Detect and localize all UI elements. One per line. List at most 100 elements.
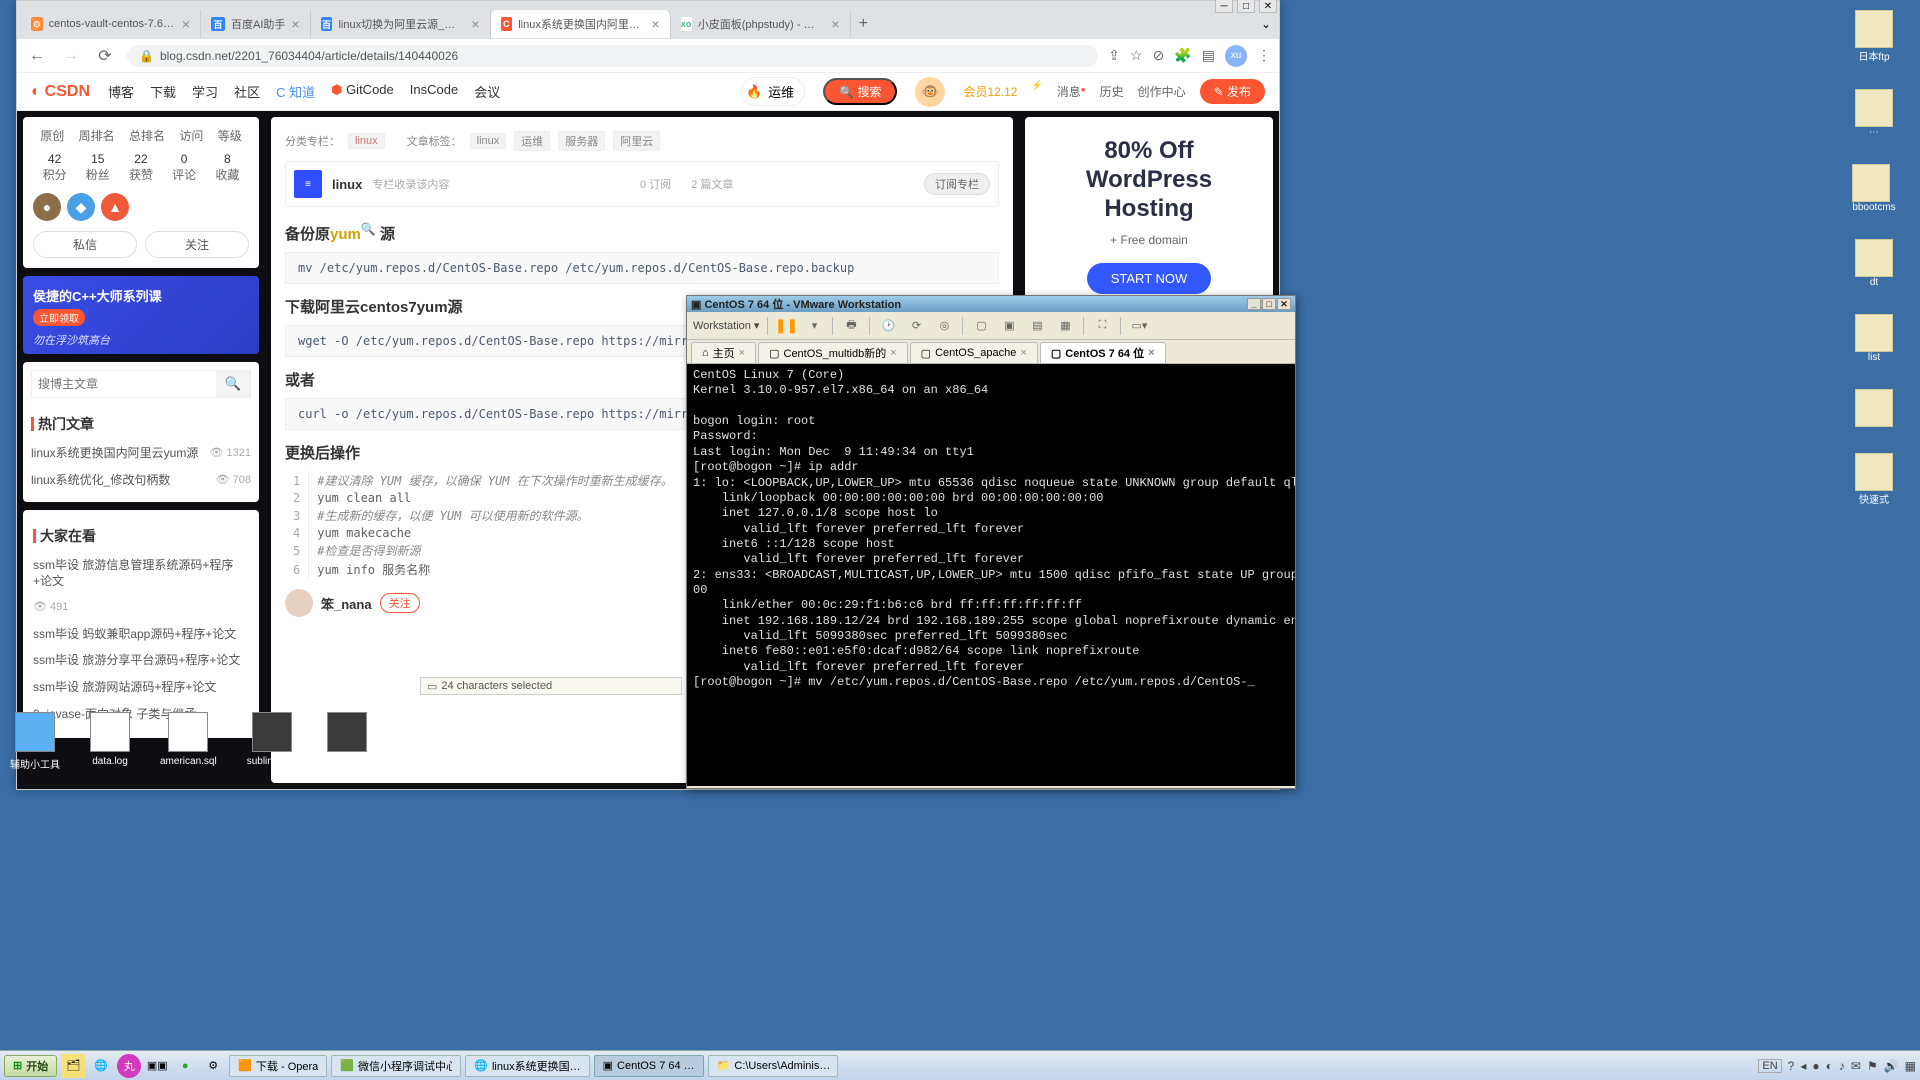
vm-tab[interactable]: ▢CentOS_multidb新的×: [758, 342, 908, 363]
layout2-icon[interactable]: ▣: [999, 316, 1019, 336]
close-icon[interactable]: ×: [182, 16, 190, 32]
browser-titlebar[interactable]: ─ □ ✕: [17, 1, 1279, 9]
taskbar-item[interactable]: 🌐linux系统更换国…: [465, 1055, 589, 1077]
wechat-icon[interactable]: ●: [173, 1054, 197, 1078]
user-avatar[interactable]: 🐵: [915, 77, 945, 107]
url-bar[interactable]: 🔒 blog.csdn.net/2201_76034404/article/de…: [127, 45, 1098, 67]
fit-icon[interactable]: ▭▾: [1129, 316, 1149, 336]
sidebar-link[interactable]: ssm毕设 蚂蚁兼职app源码+程序+论文: [33, 621, 249, 648]
browser-tab[interactable]: xo小皮面板(phpstudy) - 让天下没…×: [671, 10, 851, 38]
nav-back-icon[interactable]: ←: [25, 44, 49, 68]
app-icon[interactable]: 丸: [117, 1054, 141, 1078]
history-link[interactable]: 历史: [1100, 83, 1124, 100]
tray-icon[interactable]: ⚑: [1867, 1059, 1878, 1073]
tray-icon[interactable]: ◐: [1826, 1059, 1833, 1073]
tag-chip[interactable]: 阿里云: [613, 131, 660, 151]
ad-cta-button[interactable]: START NOW: [1087, 263, 1212, 294]
maximize-icon[interactable]: □: [1262, 298, 1276, 310]
desktop-icon[interactable]: c001.avi: [327, 712, 367, 771]
nav-reload-icon[interactable]: ⟳: [93, 44, 117, 68]
profile-avatar[interactable]: xu: [1225, 45, 1247, 67]
close-icon[interactable]: ×: [831, 16, 839, 32]
workstation-menu[interactable]: Workstation ▾: [693, 319, 759, 332]
publish-button[interactable]: ✎ 发布: [1200, 79, 1265, 104]
tabs-dropdown-icon[interactable]: ⌄: [1253, 17, 1279, 31]
tag-chip[interactable]: 服务器: [558, 131, 605, 151]
close-icon[interactable]: ×: [739, 347, 745, 359]
msg-link[interactable]: 消息●: [1057, 83, 1086, 100]
nav-item[interactable]: ⬢ GitCode: [331, 82, 394, 101]
sidebar-link[interactable]: ssm毕设 旅游信息管理系统源码+程序+论文: [33, 552, 249, 596]
subscribe-button[interactable]: 订阅专栏: [924, 173, 990, 195]
maximize-icon[interactable]: □: [1237, 0, 1255, 13]
desktop-icon[interactable]: sublime.avi: [247, 712, 297, 771]
search-button[interactable]: 🔍 搜索: [823, 78, 897, 105]
tray-icon[interactable]: ♪: [1839, 1059, 1845, 1073]
browser-tab[interactable]: ⊙centos-vault-centos-7.6.1810…×: [21, 10, 201, 38]
layout1-icon[interactable]: ▢: [971, 316, 991, 336]
tray-chevron-icon[interactable]: ◂: [1800, 1059, 1806, 1073]
follow-button[interactable]: 关注: [145, 231, 249, 258]
blog-search-input[interactable]: [32, 371, 216, 397]
close-icon[interactable]: ×: [1020, 347, 1026, 359]
sidebar-link[interactable]: ssm毕设 旅游网站源码+程序+论文: [33, 674, 249, 701]
search-icon[interactable]: 🔍: [216, 371, 250, 397]
new-tab-button[interactable]: +: [851, 15, 876, 33]
creator-center-link[interactable]: 创作中心: [1138, 83, 1186, 100]
close-icon[interactable]: ×: [471, 16, 479, 32]
browser-tab[interactable]: Clinux系统更换国内阿里云yum源×: [491, 10, 671, 38]
desktop-icon[interactable]: ⋯: [1855, 89, 1893, 138]
tray-help-icon[interactable]: ?: [1788, 1059, 1795, 1073]
nav-item[interactable]: 学习: [192, 82, 218, 101]
close-icon[interactable]: ×: [651, 16, 659, 32]
desktop-icon[interactable]: 日本ftp: [1855, 10, 1893, 63]
code-block-numbered[interactable]: 1#建议清除 YUM 缓存，以确保 YUM 在下次操作时重新生成缓存。2yum …: [285, 471, 681, 579]
menu-icon[interactable]: ⋮: [1257, 47, 1271, 64]
desktop-icon[interactable]: 辅助小工具: [10, 712, 60, 771]
tray-icon[interactable]: ●: [1812, 1059, 1819, 1073]
vip-link[interactable]: 会员12.12: [963, 83, 1017, 100]
author-avatar[interactable]: [285, 589, 313, 617]
taskbar-item[interactable]: 📁C:\Users\Adminis…: [708, 1055, 838, 1077]
close-icon[interactable]: ×: [890, 347, 896, 359]
csdn-logo[interactable]: CSDN: [31, 83, 90, 101]
layout3-icon[interactable]: ▤: [1027, 316, 1047, 336]
pause-icon[interactable]: ❚❚: [776, 316, 796, 336]
close-icon[interactable]: ×: [1148, 347, 1154, 359]
nav-item[interactable]: 会议: [474, 82, 500, 101]
taskbar-icon[interactable]: 🗂: [61, 1054, 85, 1078]
desktop-icon[interactable]: bbootcms: [1852, 164, 1895, 213]
desktop-icon[interactable]: american.sql: [160, 712, 217, 771]
nav-item[interactable]: 社区: [234, 82, 260, 101]
extensions-icon[interactable]: 🧩: [1174, 47, 1191, 64]
download-icon[interactable]: ⊘: [1153, 47, 1165, 64]
author-name[interactable]: 笨_nana: [321, 594, 372, 613]
browser-tab[interactable]: 百linux切换为阿里云源_百度搜索×: [311, 10, 491, 38]
taskbar-item[interactable]: 🟧下载 - Opera: [229, 1055, 327, 1077]
nav-forward-icon[interactable]: →: [59, 44, 83, 68]
nav-item[interactable]: 下载: [150, 82, 176, 101]
fullscreen-icon[interactable]: ⛶: [1092, 316, 1112, 336]
tray-icon[interactable]: ✉: [1851, 1059, 1861, 1073]
taskbar-item[interactable]: 🟩微信小程序调试中心: [331, 1055, 461, 1077]
taskbar-item[interactable]: ▣CentOS 7 64 …: [594, 1055, 704, 1077]
nav-item[interactable]: 博客: [108, 82, 134, 101]
clock-icon[interactable]: 🕑: [878, 316, 898, 336]
desktop-icon[interactable]: [1855, 389, 1893, 427]
layout4-icon[interactable]: ▦: [1055, 316, 1075, 336]
share-icon[interactable]: ⇪: [1108, 47, 1120, 64]
close-icon[interactable]: ✕: [1277, 298, 1291, 310]
tray-icon[interactable]: ▦: [1905, 1059, 1916, 1073]
taskview-icon[interactable]: ▣▣: [145, 1054, 169, 1078]
desktop-icon[interactable]: data.log: [90, 712, 130, 771]
nav-item[interactable]: C 知道: [276, 82, 315, 101]
tag-chip[interactable]: linux: [470, 133, 507, 149]
sidebar-link[interactable]: linux系统优化_修改句柄数👁 708: [31, 467, 251, 494]
vm-tab[interactable]: ▢CentOS_apache×: [910, 342, 1038, 363]
gear-icon[interactable]: ⚙: [201, 1054, 225, 1078]
vmware-titlebar[interactable]: ▣ CentOS 7 64 位 - VMware Workstation _ □…: [687, 296, 1295, 312]
vm-tab[interactable]: ▢CentOS 7 64 位×: [1040, 342, 1166, 363]
sidebar-link[interactable]: ssm毕设 旅游分享平台源码+程序+论文: [33, 647, 249, 674]
csdn-search-widget[interactable]: 🔥 运维: [741, 77, 805, 106]
terminal[interactable]: CentOS Linux 7 (Core) Kernel 3.10.0-957.…: [687, 364, 1295, 786]
